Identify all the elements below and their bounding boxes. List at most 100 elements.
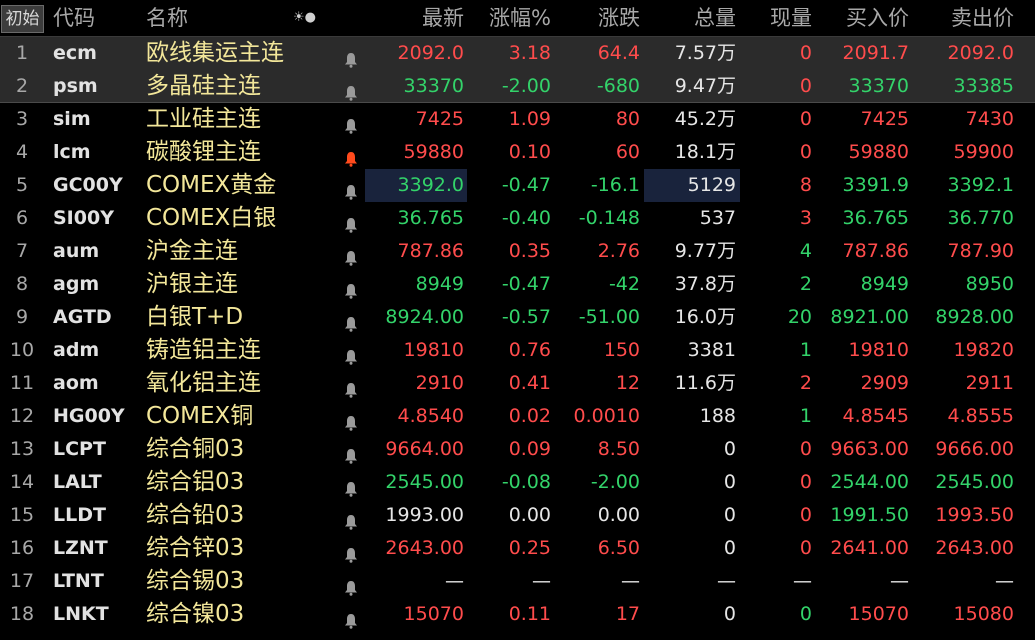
alert-bell-icon[interactable] <box>344 376 362 398</box>
current-volume: 0 <box>799 141 812 163</box>
last-price: — <box>445 570 464 592</box>
display-settings-icon[interactable]: ☀● <box>293 0 316 36</box>
row-divider <box>0 102 1035 103</box>
change-percent: 0.11 <box>508 603 551 625</box>
alert-bell-icon[interactable] <box>344 541 362 563</box>
table-row[interactable]: 14 LALT 综合铝03 2545.00 -0.08 -2.00 0 0 2544.00 254… <box>0 466 1035 499</box>
change-amount: -2.00 <box>590 471 640 493</box>
last-price: 7425 <box>415 108 464 130</box>
current-volume: 0 <box>799 504 812 526</box>
alert-bell-icon[interactable] <box>344 244 362 266</box>
symbol-name: 沪银主连 <box>146 271 238 297</box>
alert-bell-icon[interactable] <box>344 46 362 68</box>
init-button[interactable]: 初始 <box>1 5 44 33</box>
table-row[interactable]: 4 lcm 碳酸锂主连 59880 0.10 60 18.1万 0 59880 59900 <box>0 136 1035 169</box>
ask-price: 2911 <box>965 372 1014 394</box>
bid-price: 15070 <box>848 603 909 625</box>
table-row[interactable]: 6 SI00Y COMEX白银 36.765 -0.40 -0.148 537 3 36.765… <box>0 202 1035 235</box>
symbol-name: 综合铜03 <box>146 436 245 462</box>
current-volume: 0 <box>799 603 812 625</box>
table-row[interactable]: 5 GC00Y COMEX黄金 3392.0 -0.47 -16.1 5129 8 3391.9… <box>0 169 1035 202</box>
row-index: 10 <box>9 339 35 361</box>
current-volume: 2 <box>799 372 812 394</box>
total-volume: 37.8万 <box>674 273 736 295</box>
table-row[interactable]: 9 AGTD 白银T+D 8924.00 -0.57 -51.00 16.0万 20 8921.… <box>0 301 1035 334</box>
change-percent: -0.40 <box>501 207 551 229</box>
alert-bell-icon[interactable] <box>344 475 362 497</box>
alert-bell-icon[interactable] <box>344 343 362 365</box>
ask-price: 59900 <box>953 141 1014 163</box>
change-percent: 0.00 <box>508 504 551 526</box>
total-volume: 537 <box>699 207 736 229</box>
alert-bell-icon[interactable] <box>344 409 362 431</box>
table-row[interactable]: 10 adm 铸造铝主连 19810 0.76 150 3381 1 19810 19820 <box>0 334 1035 367</box>
symbol-name: 白银T+D <box>146 304 244 330</box>
table-row[interactable]: 15 LLDT 综合铅03 1993.00 0.00 0.00 0 0 1991.50 1993.… <box>0 499 1035 532</box>
column-header-code[interactable]: 代码 <box>53 0 95 36</box>
alert-bell-icon[interactable] <box>344 178 362 200</box>
table-row[interactable]: 12 HG00Y COMEX铜 4.8540 0.02 0.0010 188 1 4.8545 4… <box>0 400 1035 433</box>
current-volume: — <box>793 570 812 592</box>
table-row[interactable]: 1 ecm 欧线集运主连 2092.0 3.18 64.4 7.57万 0 2091.7 2092… <box>0 37 1035 70</box>
total-volume: — <box>717 570 736 592</box>
column-header-change[interactable]: 涨跌 <box>598 0 640 36</box>
change-amount: — <box>621 570 640 592</box>
bid-price: 2641.00 <box>830 537 909 559</box>
row-index: 13 <box>9 438 35 460</box>
symbol-code: LCPT <box>53 438 106 460</box>
table-row[interactable]: 8 agm 沪银主连 8949 -0.47 -42 37.8万 2 8949 8950 <box>0 268 1035 301</box>
bid-price: 2544.00 <box>830 471 909 493</box>
table-row[interactable]: 2 psm 多晶硅主连 33370 -2.00 -680 9.47万 0 33370 33385 <box>0 70 1035 103</box>
bid-price: 1991.50 <box>830 504 909 526</box>
symbol-code: SI00Y <box>53 207 114 229</box>
row-index: 12 <box>9 405 35 427</box>
current-volume: 0 <box>799 75 812 97</box>
column-header-pct[interactable]: 涨幅% <box>489 0 551 36</box>
table-row[interactable]: 3 sim 工业硅主连 7425 1.09 80 45.2万 0 7425 7430 <box>0 103 1035 136</box>
ask-price: 8950 <box>965 273 1014 295</box>
table-row[interactable]: 16 LZNT 综合锌03 2643.00 0.25 6.50 0 0 2641.00 2643.… <box>0 532 1035 565</box>
current-volume: 20 <box>787 306 812 328</box>
total-volume: 0 <box>723 471 736 493</box>
alert-bell-icon[interactable] <box>344 442 362 464</box>
total-volume: 45.2万 <box>674 108 736 130</box>
alert-bell-icon[interactable] <box>344 277 362 299</box>
alert-bell-icon[interactable] <box>344 574 362 596</box>
alert-bell-icon[interactable] <box>344 607 362 629</box>
symbol-name: 多晶硅主连 <box>146 73 261 99</box>
alert-bell-icon[interactable] <box>344 79 362 101</box>
table-row[interactable]: 11 aom 氧化铝主连 2910 0.41 12 11.6万 2 2909 2911 <box>0 367 1035 400</box>
table-row[interactable]: 17 LTNT 综合锡03 — — — — — — — <box>0 565 1035 598</box>
table-row[interactable]: 18 LNKT 综合镍03 15070 0.11 17 0 0 15070 15080 <box>0 598 1035 631</box>
alert-bell-icon[interactable] <box>344 508 362 530</box>
row-index: 9 <box>15 306 29 328</box>
symbol-code: LTNT <box>53 570 104 592</box>
column-header-current[interactable]: 现量 <box>770 0 812 36</box>
ask-price: 2643.00 <box>935 537 1014 559</box>
row-index: 17 <box>9 570 35 592</box>
alert-bell-icon[interactable] <box>344 112 362 134</box>
change-amount: 80 <box>615 108 640 130</box>
column-header-ask[interactable]: 卖出价 <box>951 0 1014 36</box>
alert-bell-icon[interactable] <box>344 145 362 167</box>
alert-bell-icon[interactable] <box>344 310 362 332</box>
column-header-name[interactable]: 名称 <box>146 0 188 36</box>
column-header-volume[interactable]: 总量 <box>694 0 736 36</box>
bid-price: 2909 <box>860 372 909 394</box>
bid-price: 2091.7 <box>842 42 909 64</box>
total-volume: 0 <box>723 603 736 625</box>
alert-bell-icon[interactable] <box>344 211 362 233</box>
column-header-last[interactable]: 最新 <box>422 0 464 36</box>
symbol-code: ecm <box>53 42 97 64</box>
symbol-code: agm <box>53 273 100 295</box>
change-percent: 3.18 <box>508 42 551 64</box>
row-index: 18 <box>9 603 35 625</box>
table-row[interactable]: 7 aum 沪金主连 787.86 0.35 2.76 9.77万 4 787.86 787.90 <box>0 235 1035 268</box>
table-row[interactable]: 13 LCPT 综合铜03 9664.00 0.09 8.50 0 0 9663.00 9666.… <box>0 433 1035 466</box>
last-price: 15070 <box>403 603 464 625</box>
change-percent: 0.76 <box>508 339 551 361</box>
last-price: 2545.00 <box>385 471 464 493</box>
bid-price: 19810 <box>848 339 909 361</box>
symbol-code: LALT <box>53 471 102 493</box>
column-header-bid[interactable]: 买入价 <box>846 0 909 36</box>
